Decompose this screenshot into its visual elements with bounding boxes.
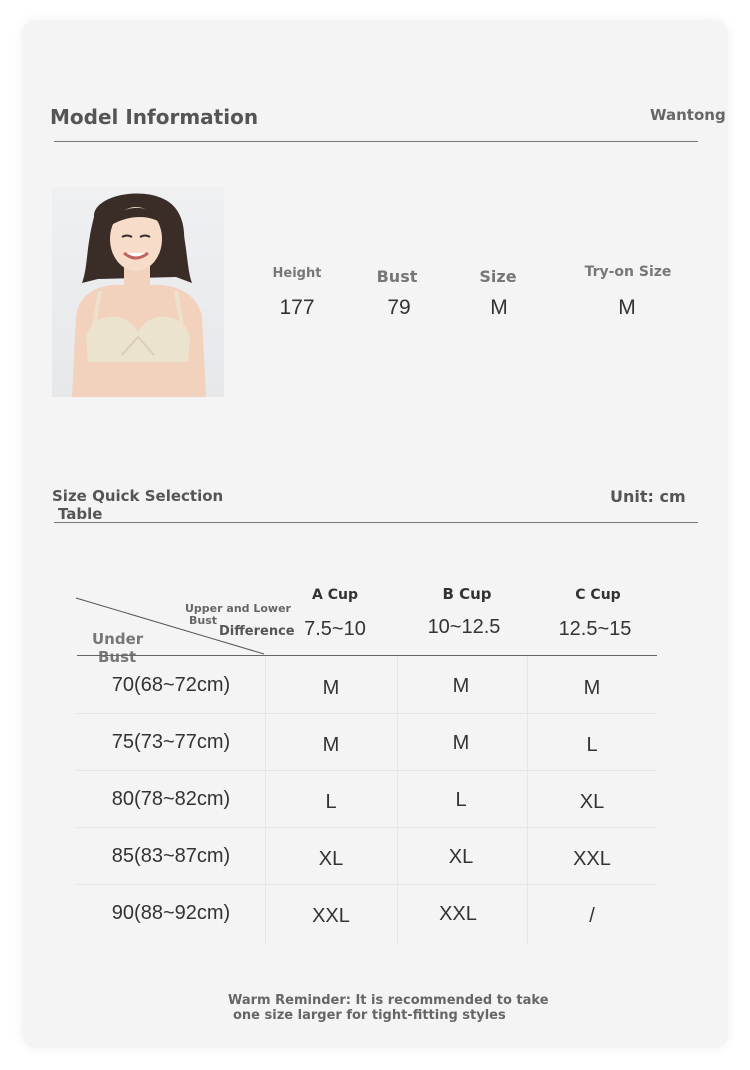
row-divider — [77, 770, 657, 771]
warm-reminder-line1: Warm Reminder: It is recommended to take — [228, 993, 549, 1008]
size-header-divider — [54, 522, 698, 523]
model-info-title: Model Information — [50, 105, 259, 129]
column-header-a-cup: A Cup — [312, 587, 358, 603]
row-divider — [77, 713, 657, 714]
bust-label: Bust — [376, 267, 418, 286]
row-label-75: 75(73~77cm) — [111, 731, 231, 753]
size-table-title-line1: Size Quick Selection — [52, 487, 224, 505]
row-divider — [77, 827, 657, 828]
height-value: 177 — [279, 296, 315, 319]
size-value: M — [490, 296, 508, 319]
content-card — [22, 20, 728, 1048]
column-range-c: 12.5~15 — [558, 618, 632, 640]
warm-reminder-line2: one size larger for tight-fitting styles — [233, 1008, 506, 1023]
row-label-70: 70(68~72cm) — [111, 674, 231, 696]
table-cell: M — [322, 734, 340, 756]
row-label-90: 90(88~92cm) — [111, 902, 231, 924]
model-photo — [52, 187, 224, 397]
row-divider — [77, 884, 657, 885]
column-header-c-cup: C Cup — [575, 587, 621, 603]
table-cell: M — [322, 677, 340, 699]
bust-value: 79 — [387, 296, 411, 319]
unit-label: Unit: cm — [610, 487, 686, 506]
table-cell: M — [452, 732, 470, 754]
table-cell: / — [589, 905, 595, 927]
corner-row-header-line1: Under — [92, 630, 144, 648]
table-cell: XL — [448, 846, 474, 868]
brand-watermark: Wantong — [650, 106, 726, 124]
try-on-size-value: M — [618, 296, 636, 319]
column-header-b-cup: B Cup — [442, 585, 492, 603]
table-cell: XL — [318, 848, 344, 870]
table-cell: M — [452, 675, 470, 697]
size-table-title-line2: Table — [58, 505, 103, 523]
table-header-divider — [77, 655, 657, 656]
size-table-title: Size Quick Selection Table — [52, 487, 272, 523]
table-cell: L — [455, 789, 467, 811]
row-label-85: 85(83~87cm) — [111, 845, 231, 867]
column-range-b: 10~12.5 — [427, 616, 501, 638]
model-header-divider — [54, 141, 698, 142]
size-label: Size — [479, 267, 517, 286]
table-cell: M — [583, 677, 601, 699]
table-cell: XL — [579, 791, 605, 813]
column-range-a: 7.5~10 — [304, 618, 366, 640]
corner-header-line2: Bust — [189, 614, 218, 627]
try-on-size-label: Try-on Size — [584, 264, 672, 280]
table-cell: L — [325, 791, 337, 813]
table-cell: L — [586, 734, 598, 756]
corner-row-header-line2: Bust — [98, 648, 137, 666]
table-cell: XXL — [312, 905, 350, 927]
table-cell: XXL — [573, 848, 611, 870]
row-label-80: 80(78~82cm) — [111, 788, 231, 810]
height-label: Height — [272, 266, 322, 281]
table-cell: XXL — [439, 903, 477, 925]
warm-reminder: Warm Reminder: It is recommended to take… — [200, 993, 590, 1023]
